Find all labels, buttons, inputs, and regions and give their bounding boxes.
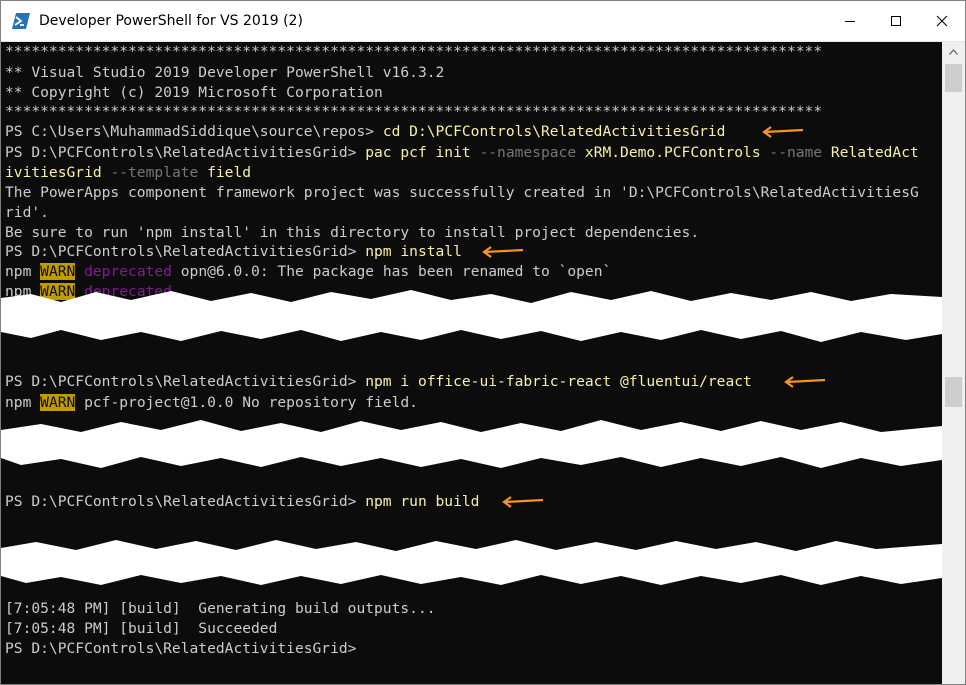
- output-success-wrap: rid'.: [5, 204, 49, 221]
- param-name: --name: [769, 144, 823, 161]
- command-npm-fabric: npm i office-ui-fabric-react @fluentui/r…: [365, 373, 752, 390]
- command-pac: pac pcf init: [365, 144, 480, 161]
- console-line-pac: PS D:\PCFControls\RelatedActivitiesGrid>…: [5, 143, 919, 163]
- output-hint: Be sure to run 'npm install' in this dir…: [5, 224, 700, 241]
- maximize-icon: [891, 16, 901, 26]
- command-cd: cd D:\PCFControls\RelatedActivitiesGrid: [382, 123, 726, 140]
- close-icon: [936, 15, 948, 27]
- banner-stars-bottom: ****************************************…: [5, 103, 823, 120]
- annotation-arrow-icon: [762, 126, 804, 138]
- window-title: Developer PowerShell for VS 2019 (2): [39, 13, 303, 29]
- chevron-up-icon: [949, 49, 958, 55]
- close-button[interactable]: [919, 1, 965, 41]
- prompt: PS D:\PCFControls\RelatedActivitiesGrid>: [5, 144, 366, 161]
- powershell-window: Developer PowerShell for VS 2019 (2) ***…: [0, 0, 966, 685]
- powershell-icon: [12, 13, 30, 29]
- minimize-icon: [845, 21, 855, 22]
- prompt: PS C:\Users\MuhammadSiddique\source\repo…: [5, 123, 383, 140]
- console-line-pac-wrap: ivitiesGrid --template field: [5, 163, 251, 183]
- value-name-wrap: ivitiesGrid: [5, 164, 111, 181]
- npm-prefix: npm: [5, 263, 41, 280]
- annotation-arrow-icon: [482, 246, 524, 258]
- warn-badge: WARN: [40, 394, 76, 411]
- console-line-npm-install: PS D:\PCFControls\RelatedActivitiesGrid>…: [5, 242, 462, 262]
- command-npm-install: npm install: [365, 243, 462, 260]
- vertical-scrollbar[interactable]: [942, 42, 965, 684]
- torn-paper-overlay: [1, 290, 942, 342]
- console-line-cd: PS C:\Users\MuhammadSiddique\source\repo…: [5, 122, 725, 142]
- prompt: PS D:\PCFControls\RelatedActivitiesGrid>: [5, 493, 366, 510]
- prompt: PS D:\PCFControls\RelatedActivitiesGrid>: [5, 243, 366, 260]
- maximize-button[interactable]: [873, 1, 919, 41]
- minimize-button[interactable]: [827, 1, 873, 41]
- torn-paper-overlay: [1, 540, 942, 585]
- torn-paper-overlay: [1, 420, 942, 468]
- value-name: RelatedAct: [822, 144, 919, 161]
- banner-line: ** Copyright (c) 2019 Microsoft Corporat…: [5, 84, 383, 101]
- annotation-arrow-icon: [502, 496, 544, 508]
- build-output: [7:05:48 PM] [build] Succeeded: [5, 620, 278, 637]
- value-template: field: [198, 164, 252, 181]
- npm-warn-line: npm WARN deprecated opn@6.0.0: The packa…: [5, 262, 611, 282]
- annotation-arrow-icon: [784, 376, 826, 388]
- param-namespace: --namespace: [479, 144, 577, 161]
- scroll-up-button[interactable]: [942, 42, 965, 62]
- console-output[interactable]: ****************************************…: [1, 42, 942, 684]
- value-namespace: xRM.Demo.PCFControls: [576, 144, 770, 161]
- scrollbar-thumb[interactable]: [945, 64, 962, 92]
- warn-message: pcf-project@1.0.0 No repository field.: [75, 394, 418, 411]
- command-npm-build: npm run build: [365, 493, 480, 510]
- warn-badge: WARN: [40, 263, 76, 280]
- deprecated-label: deprecated: [84, 263, 172, 280]
- banner-stars-top: ****************************************…: [5, 43, 823, 60]
- npm-prefix: npm: [5, 394, 41, 411]
- banner-line: ** Visual Studio 2019 Developer PowerShe…: [5, 64, 445, 81]
- output-success: The PowerApps component framework projec…: [5, 184, 919, 201]
- scrollbar-thumb[interactable]: [945, 377, 962, 407]
- console-line-npm-build: PS D:\PCFControls\RelatedActivitiesGrid>…: [5, 492, 479, 512]
- final-prompt: PS D:\PCFControls\RelatedActivitiesGrid>: [5, 640, 357, 657]
- prompt: PS D:\PCFControls\RelatedActivitiesGrid>: [5, 373, 366, 390]
- build-output: [7:05:48 PM] [build] Generating build ou…: [5, 600, 436, 617]
- warn-message: opn@6.0.0: The package has been renamed …: [171, 263, 612, 280]
- param-template: --template: [110, 164, 199, 181]
- title-bar[interactable]: Developer PowerShell for VS 2019 (2): [1, 1, 965, 42]
- console-line-npm-fabric: PS D:\PCFControls\RelatedActivitiesGrid>…: [5, 372, 752, 392]
